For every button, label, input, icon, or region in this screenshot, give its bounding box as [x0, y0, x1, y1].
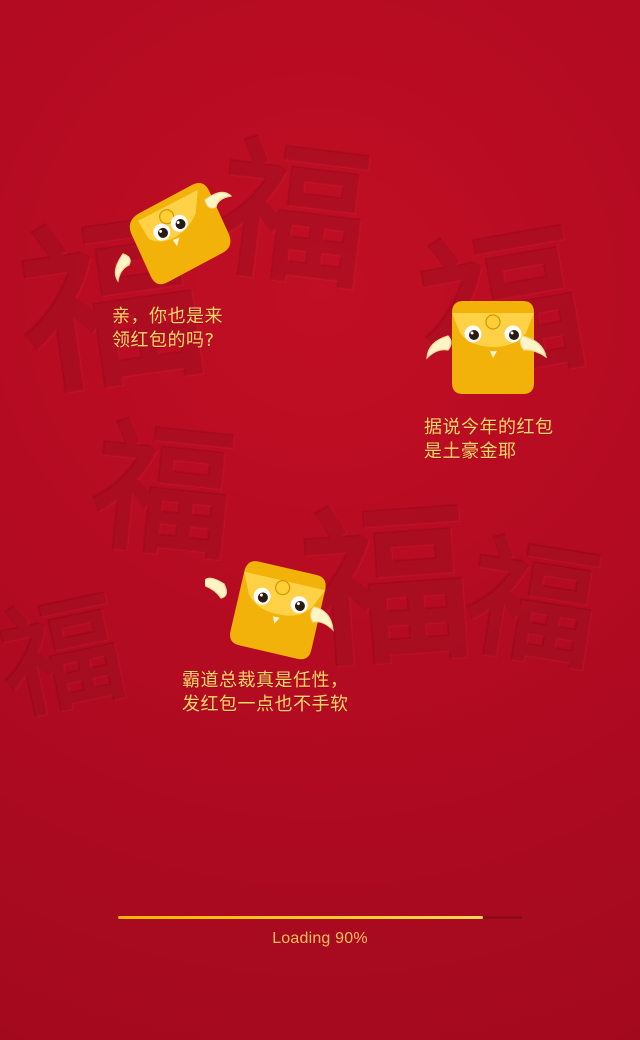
message-line: 领红包的吗? — [112, 330, 215, 351]
loading-label: Loading 90% — [272, 930, 368, 947]
red-envelope-mascot-icon — [205, 550, 335, 668]
message-line: 据说今年的红包 — [424, 417, 554, 438]
message-line: 亲，你也是来 — [112, 306, 223, 327]
message-line: 发红包一点也不手软 — [182, 694, 349, 715]
message-caption-1: 亲，你也是来 领红包的吗? — [112, 305, 223, 353]
background-fu-character: 福 — [0, 575, 136, 739]
message-caption-3: 霸道总裁真是任性， 发红包一点也不手软 — [182, 669, 349, 717]
loading-progress-bar — [118, 916, 523, 919]
background-fu-character: 福 — [457, 518, 610, 691]
message-caption-2: 据说今年的红包 是土豪金耶 — [424, 416, 554, 464]
message-line: 霸道总裁真是任性， — [182, 670, 349, 691]
loading-progress-fill — [118, 916, 483, 919]
red-envelope-mascot-icon — [420, 292, 550, 410]
background-texture: 福 福 福 福 福 福 福 — [0, 0, 640, 1040]
message-line: 是土豪金耶 — [424, 441, 517, 462]
red-envelope-mascot-icon — [105, 170, 235, 288]
